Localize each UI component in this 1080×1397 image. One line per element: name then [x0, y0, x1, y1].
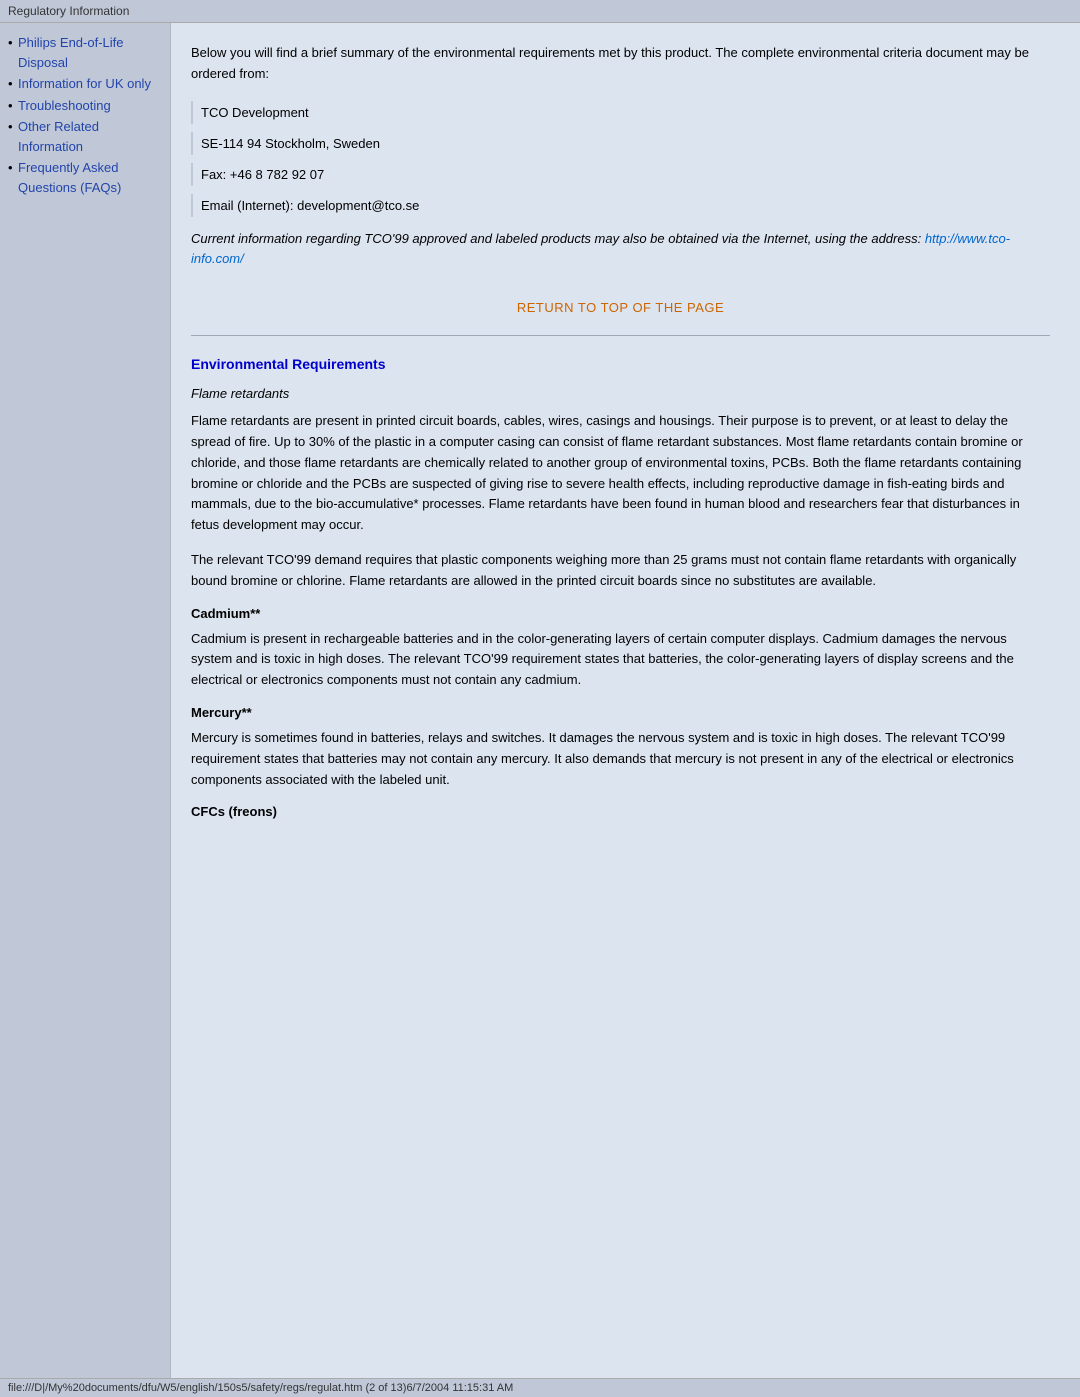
address-line4: Email (Internet): development@tco.se: [191, 194, 1050, 217]
page-title: Regulatory Information: [8, 4, 129, 18]
sidebar-link-troubleshooting[interactable]: Troubleshooting: [18, 98, 111, 113]
status-text: file:///D|/My%20documents/dfu/W5/english…: [8, 1382, 513, 1394]
main-content: Below you will find a brief summary of t…: [170, 23, 1080, 1383]
sidebar-item-troubleshooting[interactable]: Troubleshooting: [8, 96, 162, 116]
sidebar: Philips End-of-Life Disposal Information…: [0, 23, 170, 1383]
sidebar-nav: Philips End-of-Life Disposal Information…: [8, 33, 162, 197]
cfcs-label: CFCs (freons): [191, 804, 1050, 819]
return-to-top-link[interactable]: RETURN TO TOP OF THE PAGE: [517, 300, 724, 315]
mercury-label: Mercury**: [191, 705, 1050, 720]
sidebar-link-faqs[interactable]: Frequently Asked Questions (FAQs): [18, 160, 121, 195]
flame-para1: Flame retardants are present in printed …: [191, 411, 1050, 536]
italic-note: Current information regarding TCO'99 app…: [191, 229, 1050, 271]
sidebar-item-faqs[interactable]: Frequently Asked Questions (FAQs): [8, 158, 162, 197]
mercury-para: Mercury is sometimes found in batteries,…: [191, 728, 1050, 790]
sidebar-item-disposal[interactable]: Philips End-of-Life Disposal: [8, 33, 162, 72]
flame-para2: The relevant TCO'99 demand requires that…: [191, 550, 1050, 592]
section-title: Environmental Requirements: [191, 356, 1050, 372]
flame-retardants-label: Flame retardants: [191, 386, 1050, 401]
cadmium-para: Cadmium is present in rechargeable batte…: [191, 629, 1050, 691]
status-bar: file:///D|/My%20documents/dfu/W5/english…: [0, 1378, 1080, 1397]
address-line2: SE-114 94 Stockholm, Sweden: [191, 132, 1050, 155]
address-line1: TCO Development: [191, 101, 1050, 124]
sidebar-link-uk[interactable]: Information for UK only: [18, 76, 151, 91]
sidebar-link-other[interactable]: Other Related Information: [18, 119, 99, 154]
sidebar-item-other[interactable]: Other Related Information: [8, 117, 162, 156]
section-divider: [191, 335, 1050, 336]
top-bar: Regulatory Information: [0, 0, 1080, 23]
sidebar-item-uk[interactable]: Information for UK only: [8, 74, 162, 94]
cadmium-label: Cadmium**: [191, 606, 1050, 621]
address-line3: Fax: +46 8 782 92 07: [191, 163, 1050, 186]
sidebar-link-disposal[interactable]: Philips End-of-Life Disposal: [18, 35, 124, 70]
return-to-top-section: RETURN TO TOP OF THE PAGE: [191, 300, 1050, 315]
intro-paragraph: Below you will find a brief summary of t…: [191, 43, 1050, 85]
